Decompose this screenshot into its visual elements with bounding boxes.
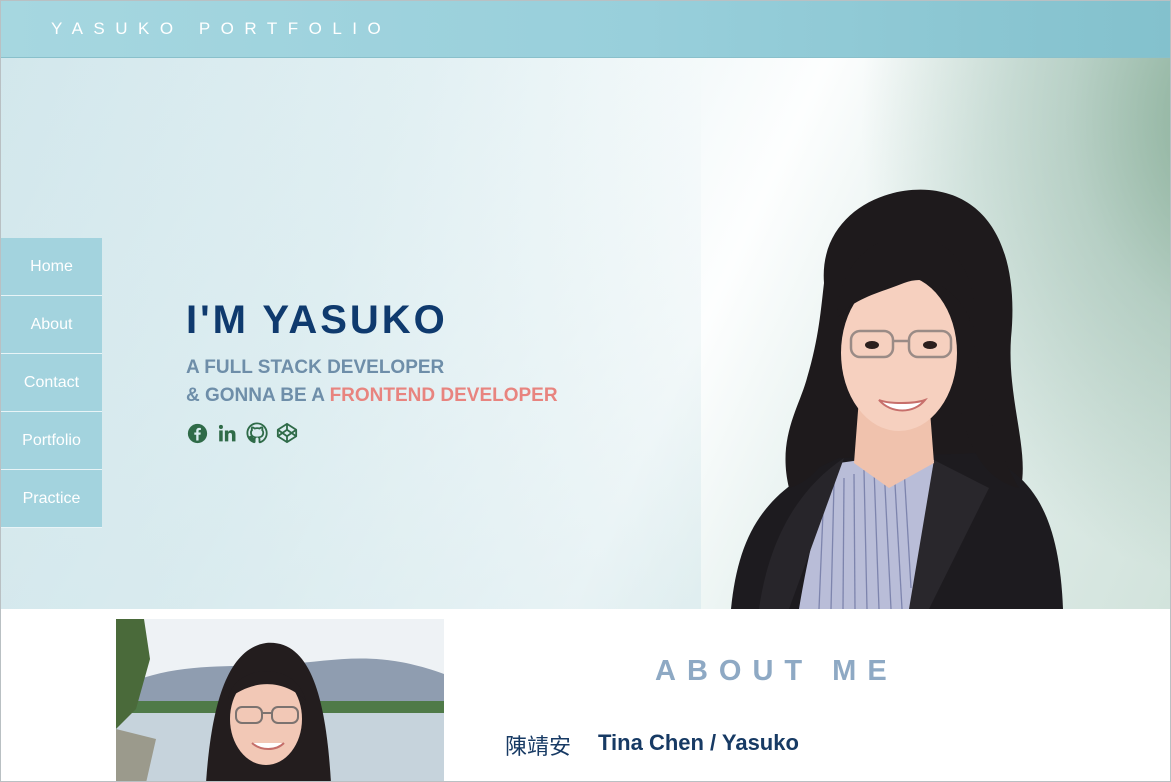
about-name-chinese: 陳靖安 <box>505 735 572 760</box>
sidebar-item-home[interactable]: Home <box>1 238 102 296</box>
hero-subtitle: A FULL STACK DEVELOPER & GONNA BE A FRON… <box>186 354 558 410</box>
sidebar-item-portfolio[interactable]: Portfolio <box>1 412 102 470</box>
hero-accent-text: FRONTEND DEVELOPER <box>329 385 558 406</box>
profile-photo <box>731 189 1063 609</box>
hero-subtitle-line1: A FULL STACK DEVELOPER <box>186 357 445 378</box>
hero-title: I'M YASUKO <box>186 298 448 342</box>
sidebar-nav: Home About Contact Portfolio Practice <box>1 238 102 528</box>
social-links <box>186 422 298 444</box>
brand-title[interactable]: YASUKO PORTFOLIO <box>51 19 391 39</box>
hero-section: I'M YASUKO A FULL STACK DEVELOPER & GONN… <box>1 58 1170 609</box>
about-name-english: Tina Chen / Yasuko <box>598 730 799 755</box>
github-icon[interactable] <box>246 422 268 444</box>
facebook-icon[interactable] <box>186 422 208 444</box>
sidebar-item-contact[interactable]: Contact <box>1 354 102 412</box>
sidebar-item-about[interactable]: About <box>1 296 102 354</box>
hero-subtitle-line2: & GONNA BE A FRONTEND DEVELOPER <box>186 385 558 406</box>
about-photo <box>116 619 444 781</box>
linkedin-icon[interactable] <box>216 422 238 444</box>
top-bar: YASUKO PORTFOLIO <box>1 1 1170 58</box>
page: YASUKO PORTFOLIO I'M YASUKO A FULL STACK… <box>0 0 1171 782</box>
sidebar-item-practice[interactable]: Practice <box>1 470 102 528</box>
codepen-icon[interactable] <box>276 422 298 444</box>
about-title: ABOUT ME <box>655 655 898 687</box>
